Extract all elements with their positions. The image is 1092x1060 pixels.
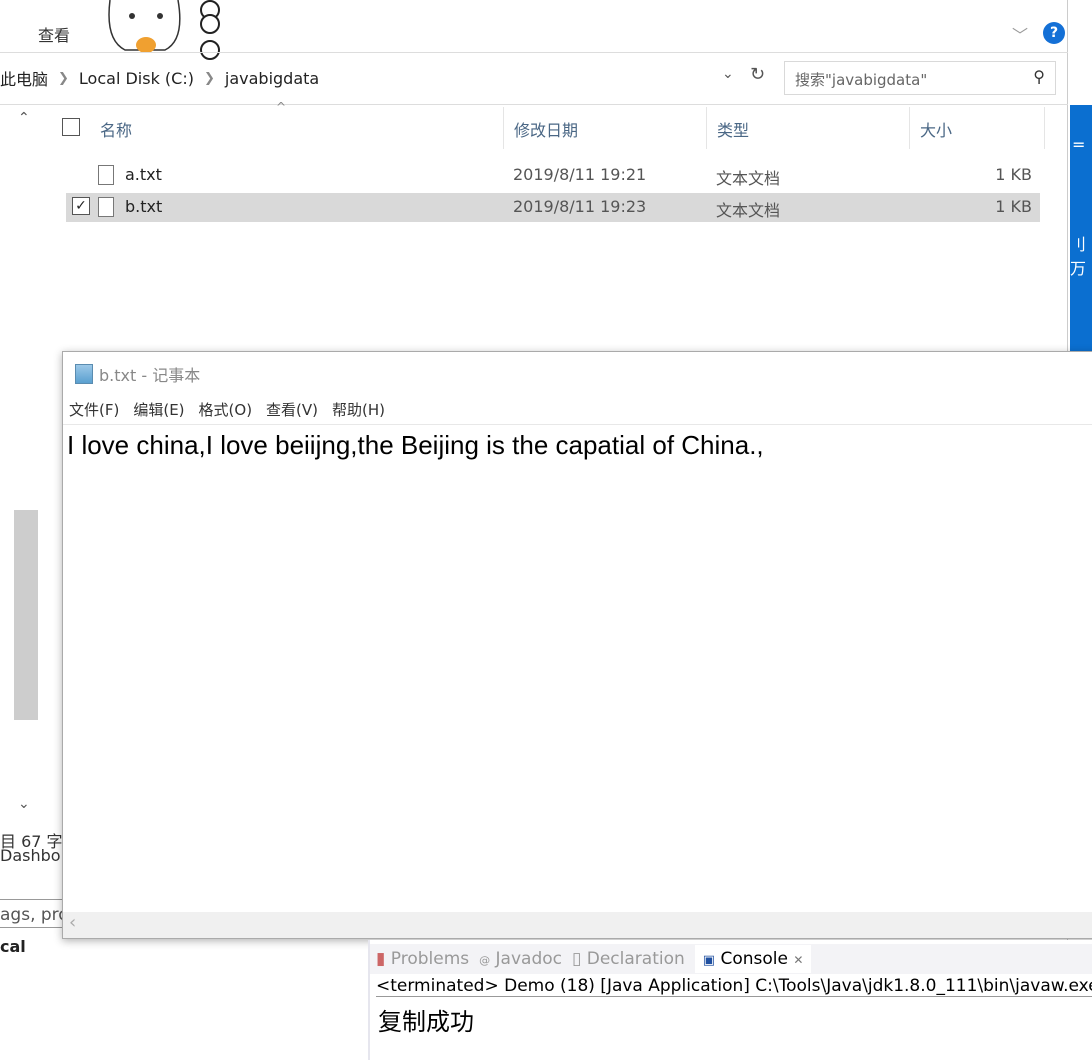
menu-help[interactable]: 帮助(H): [332, 399, 385, 420]
ribbon-tab-view[interactable]: 查看: [38, 22, 70, 46]
breadcrumb-this-pc[interactable]: 此电脑: [0, 66, 48, 90]
menu-file[interactable]: 文件(F): [69, 399, 119, 420]
background-dashboard-text: Dashbo: [0, 846, 61, 865]
address-dropdown-chevron-icon[interactable]: ⌄: [722, 66, 734, 82]
file-row[interactable]: a.txt 2019/8/11 19:21 文本文档 1 KB: [66, 161, 1040, 190]
column-label: 修改日期: [514, 121, 579, 140]
chevron-right-icon[interactable]: ❯: [58, 71, 69, 86]
breadcrumb-javabigdata[interactable]: javabigdata: [225, 69, 319, 88]
search-icon[interactable]: ⚲: [1033, 67, 1045, 86]
problems-icon: ▮: [376, 949, 386, 969]
tab-problems[interactable]: ▮ Problems: [376, 949, 469, 969]
scroll-up-icon[interactable]: ⌃: [18, 110, 30, 126]
column-header-type[interactable]: 类型: [707, 107, 910, 149]
close-icon[interactable]: ✕: [793, 953, 803, 967]
menu-view[interactable]: 查看(V): [266, 399, 318, 420]
file-row-selected[interactable]: ✓ b.txt 2019/8/11 19:23 文本文档 1 KB: [66, 193, 1040, 222]
file-name: a.txt: [125, 165, 162, 184]
text-file-icon: [98, 197, 114, 217]
help-icon[interactable]: ?: [1043, 22, 1065, 44]
declaration-icon: ▯: [571, 949, 582, 969]
breadcrumb-local-disk[interactable]: Local Disk (C:): [79, 69, 194, 88]
file-size: 1 KB: [995, 197, 1032, 216]
scroll-left-icon[interactable]: ‹: [69, 912, 76, 933]
notepad-icon: [75, 364, 93, 384]
tab-label: Javadoc: [495, 949, 562, 969]
sticker-badge: [200, 40, 220, 60]
column-header-modified[interactable]: 修改日期: [504, 107, 707, 149]
console-icon: ▣: [702, 953, 716, 968]
console-output: 复制成功: [378, 1008, 474, 1036]
menu-format[interactable]: 格式(O): [199, 399, 253, 420]
refresh-icon[interactable]: ↻: [750, 64, 765, 85]
console-status-line: <terminated> Demo (18) [Java Application…: [376, 976, 1092, 997]
sort-ascending-icon: ^: [276, 100, 287, 114]
scroll-down-icon[interactable]: ⌄: [18, 796, 30, 812]
file-modified: 2019/8/11 19:23: [513, 197, 647, 216]
background-label: cal: [0, 937, 26, 956]
tab-console[interactable]: ▣ Console ✕: [694, 945, 812, 973]
search-placeholder: 搜索"javabigdata": [795, 71, 928, 89]
tab-label: Problems: [390, 949, 470, 969]
cat-sticker-icon: [108, 0, 181, 53]
chevron-right-icon[interactable]: ❯: [204, 71, 215, 86]
file-type: 文本文档: [716, 201, 781, 220]
tab-label: Console: [720, 949, 788, 969]
file-modified: 2019/8/11 19:21: [513, 165, 647, 184]
menu-bar: 文件(F) 编辑(E) 格式(O) 查看(V) 帮助(H): [69, 399, 385, 420]
background-filter-input[interactable]: ags, pro: [0, 905, 69, 925]
background-blue-panel: = 刂万: [1070, 105, 1092, 351]
select-all-checkbox[interactable]: [62, 118, 80, 136]
horizontal-scrollbar[interactable]: ‹: [63, 912, 1092, 938]
sticker-badge: [200, 14, 220, 34]
column-label: 类型: [717, 121, 750, 140]
window-title: b.txt - 记事本: [99, 366, 201, 385]
notepad-titlebar[interactable]: b.txt - 记事本: [75, 362, 200, 386]
tab-javadoc[interactable]: @ Javadoc: [479, 949, 562, 969]
eclipse-console-panel: ▮ Problems @ Javadoc ▯ Declaration ▣ Con…: [368, 940, 1092, 1060]
background-text: 刂万: [1070, 235, 1087, 278]
scrollbar-thumb[interactable]: [14, 510, 38, 720]
search-input[interactable]: 搜索"javabigdata" ⚲: [784, 61, 1056, 95]
column-header-size[interactable]: 大小: [910, 107, 1045, 149]
text-file-icon: [98, 165, 114, 185]
column-header-name[interactable]: 名称: [90, 107, 504, 149]
address-bar[interactable]: 此电脑 ❯ Local Disk (C:) ❯ javabigdata: [0, 61, 772, 95]
column-label: 大小: [920, 121, 953, 140]
notepad-window: b.txt - 记事本 文件(F) 编辑(E) 格式(O) 查看(V) 帮助(H…: [62, 351, 1092, 939]
file-name: b.txt: [125, 197, 163, 216]
tab-label: Declaration: [586, 949, 685, 969]
column-label: 名称: [100, 121, 133, 140]
javadoc-icon: @: [479, 954, 491, 967]
ribbon-expand-chevron-icon[interactable]: ﹀: [1012, 22, 1028, 46]
file-type: 文本文档: [716, 169, 781, 188]
text-editor[interactable]: I love china,I love beiijng,the Beijing …: [67, 430, 764, 461]
view-tabs: ▮ Problems @ Javadoc ▯ Declaration ▣ Con…: [370, 944, 1092, 974]
row-checkbox-checked[interactable]: ✓: [72, 197, 90, 215]
tab-declaration[interactable]: ▯ Declaration: [572, 949, 685, 969]
menu-edit[interactable]: 编辑(E): [133, 399, 184, 420]
file-size: 1 KB: [995, 165, 1032, 184]
background-text: =: [1072, 135, 1086, 154]
